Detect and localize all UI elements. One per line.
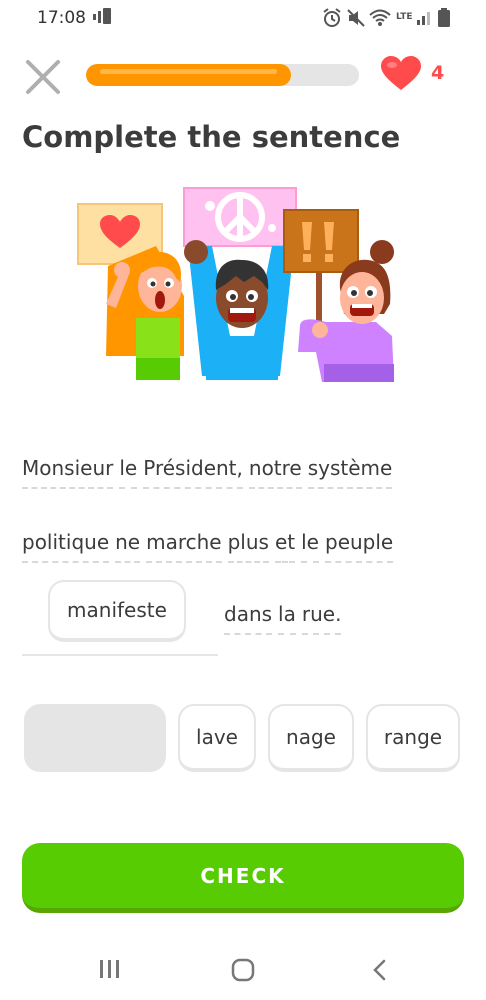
sentence-line-1: Monsieur le Président, notre système (22, 456, 398, 489)
sentence-word[interactable]: système (307, 456, 393, 489)
selected-answer-chip[interactable]: manifeste (48, 580, 186, 642)
back-icon[interactable] (370, 958, 390, 982)
heart-icon (381, 56, 421, 90)
battery-icon (438, 8, 450, 27)
lesson-progress-highlight (100, 69, 277, 74)
word-option-nage[interactable]: nage (268, 704, 354, 772)
status-bar: 17:08 LTE (0, 0, 486, 36)
sentence-word[interactable]: la (278, 602, 296, 635)
notification-icon (93, 8, 111, 24)
close-button[interactable] (24, 58, 62, 96)
wifi-icon (369, 9, 391, 26)
sentence-line-2: politique ne marche plus et le peuple (22, 530, 399, 563)
left-protester-figure (77, 203, 184, 380)
lesson-progress-fill (86, 64, 291, 86)
exercise-title: Complete the sentence (22, 120, 401, 154)
middle-protester-figure (183, 187, 297, 380)
sentence-word[interactable]: plus (227, 530, 269, 563)
check-button[interactable]: CHECK (22, 843, 464, 913)
sentence-word[interactable]: peuple (325, 530, 394, 563)
sentence-word[interactable]: ne (115, 530, 141, 563)
sentence-word[interactable]: Monsieur (22, 456, 114, 489)
sentence-word[interactable]: politique (22, 530, 110, 563)
word-bank-empty-slot (24, 704, 166, 772)
word-option-lave[interactable]: lave (178, 704, 256, 772)
close-icon (26, 60, 60, 94)
sentence-word[interactable]: notre (248, 456, 302, 489)
sentence-word[interactable]: rue. (301, 602, 342, 635)
right-protester-figure (283, 209, 394, 382)
sentence-word[interactable]: le (301, 530, 319, 563)
sentence-word[interactable]: et (274, 530, 296, 563)
system-navigation-bar (0, 940, 486, 1000)
hearts-count: 4 (431, 62, 445, 84)
sentence-word[interactable]: marche (146, 530, 222, 563)
mute-icon (347, 9, 365, 27)
lesson-progress-bar (86, 64, 359, 86)
sentence-word[interactable]: le (119, 456, 138, 489)
signal-icon (417, 12, 430, 25)
status-time: 17:08 (37, 8, 86, 28)
sentence-word[interactable]: Président, (143, 456, 243, 489)
hearts-counter: 4 (380, 56, 470, 92)
word-option-range[interactable]: range (366, 704, 460, 772)
network-type-label: LTE (396, 12, 413, 22)
alarm-icon (323, 8, 341, 27)
sentence-word[interactable]: dans (224, 602, 273, 635)
sentence-line-3: dans la rue. (224, 602, 347, 635)
protest-illustration (77, 187, 394, 382)
recent-apps-icon[interactable] (98, 958, 122, 980)
home-icon[interactable] (231, 958, 255, 982)
lesson-header: 4 (0, 50, 486, 100)
